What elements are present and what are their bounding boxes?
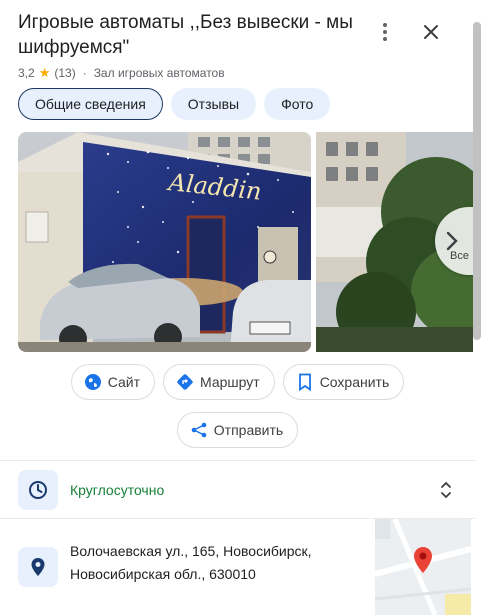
storefront-photo[interactable]: Aladdin <box>18 132 311 352</box>
share-icon <box>190 421 208 439</box>
more-options-icon[interactable] <box>375 18 395 46</box>
separator-dot: · <box>82 66 87 80</box>
tab-bar: Общие сведения Отзывы Фото <box>18 88 331 120</box>
tab-overview[interactable]: Общие сведения <box>18 88 163 120</box>
address-text: Волочаевская ул., 165, Новосибирск, Ново… <box>70 540 312 586</box>
website-label: Сайт <box>107 374 141 390</box>
rating-value: 3,2 <box>18 66 35 80</box>
tab-photos[interactable]: Фото <box>264 88 331 120</box>
action-buttons: Сайт Маршрут Сохранить <box>0 364 475 400</box>
divider <box>0 460 475 461</box>
hours-row[interactable]: Круглосуточно <box>18 470 458 510</box>
hours-status: Круглосуточно <box>70 482 165 498</box>
route-button[interactable]: Маршрут <box>163 364 275 400</box>
address-row[interactable]: Волочаевская ул., 165, Новосибирск, Ново… <box>18 540 358 587</box>
header-actions <box>375 18 445 46</box>
directions-icon <box>176 373 194 391</box>
rating-row: 3,2 ★ (13) · Зал игровых автоматов <box>18 65 368 81</box>
place-category[interactable]: Зал игровых автоматов <box>94 66 225 80</box>
route-label: Маршрут <box>200 374 260 390</box>
location-pin-icon <box>18 547 58 587</box>
all-photos-label: Все <box>450 250 469 262</box>
bookmark-icon <box>296 373 314 391</box>
share-label: Отправить <box>213 422 284 438</box>
save-label: Сохранить <box>319 374 390 390</box>
chevron-right-icon <box>446 231 458 251</box>
photo-carousel: Aladdin <box>18 132 473 352</box>
tab-reviews[interactable]: Отзывы <box>170 88 257 120</box>
expand-hours-icon[interactable] <box>434 478 458 502</box>
address-line-1: Волочаевская ул., 165, Новосибирск, <box>70 543 312 559</box>
review-count[interactable]: (13) <box>54 66 75 80</box>
share-button[interactable]: Отправить <box>176 412 299 448</box>
mini-map[interactable] <box>375 519 471 615</box>
star-icon: ★ <box>38 65 51 80</box>
address-line-2: Новосибирская обл., 630010 <box>70 566 256 582</box>
place-title: Игровые автоматы ,,Без вывески - мы шифр… <box>18 12 353 58</box>
scrollbar[interactable] <box>473 22 481 340</box>
website-button[interactable]: Сайт <box>70 364 156 400</box>
close-icon[interactable] <box>417 18 445 46</box>
clock-icon <box>18 470 58 510</box>
save-button[interactable]: Сохранить <box>282 364 405 400</box>
globe-icon <box>84 373 102 391</box>
place-header: Игровые автоматы ,,Без вывески - мы шифр… <box>18 10 368 81</box>
action-buttons-row2: Отправить <box>0 412 475 448</box>
